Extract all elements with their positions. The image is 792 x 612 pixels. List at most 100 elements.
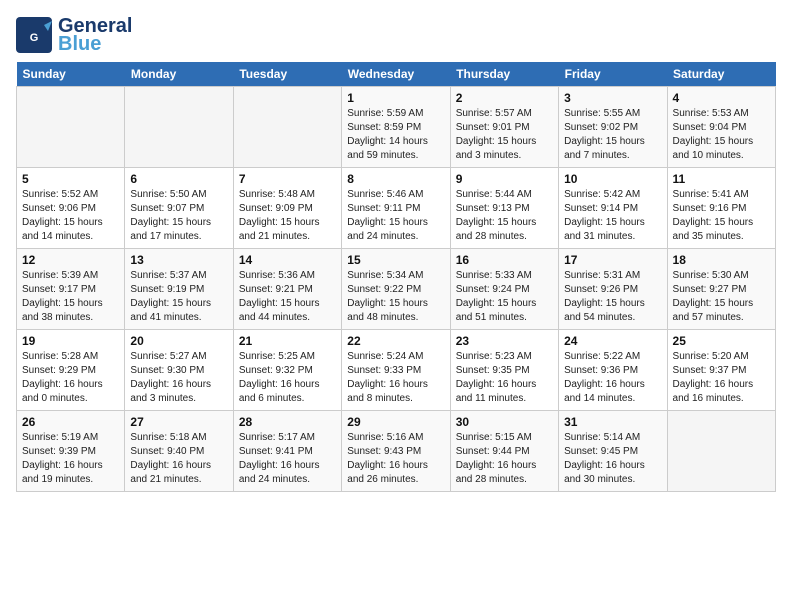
calendar-cell: 27 Sunrise: 5:18 AM Sunset: 9:40 PM Dayli… [125, 411, 233, 492]
calendar-cell: 20 Sunrise: 5:27 AM Sunset: 9:30 PM Dayli… [125, 330, 233, 411]
calendar-cell: 10Sunrise: 5:42 AM Sunset: 9:14 PM Dayli… [559, 168, 667, 249]
calendar-week-row: 5 Sunrise: 5:52 AM Sunset: 9:06 PM Daylig… [17, 168, 776, 249]
calendar-cell: 15 Sunrise: 5:34 AM Sunset: 9:22 PM Dayli… [342, 249, 450, 330]
calendar-cell: 31Sunrise: 5:14 AM Sunset: 9:45 PM Dayli… [559, 411, 667, 492]
day-info: Sunrise: 5:34 AM Sunset: 9:22 PM Dayligh… [347, 269, 444, 325]
day-info: Sunrise: 5:59 AM Sunset: 8:59 PM Dayligh… [347, 107, 444, 163]
day-number: 25 [673, 334, 770, 348]
calendar-cell: 2 Sunrise: 5:57 AM Sunset: 9:01 PM Daylig… [450, 87, 558, 168]
day-info: Sunrise: 5:19 AM Sunset: 9:39 PM Dayligh… [22, 431, 119, 487]
day-info: Sunrise: 5:24 AM Sunset: 9:33 PM Dayligh… [347, 350, 444, 406]
day-number: 21 [239, 334, 336, 348]
day-number: 7 [239, 172, 336, 186]
day-number: 3 [564, 91, 661, 105]
day-info: Sunrise: 5:48 AM Sunset: 9:09 PM Dayligh… [239, 188, 336, 244]
day-info: Sunrise: 5:25 AM Sunset: 9:32 PM Dayligh… [239, 350, 336, 406]
day-number: 5 [22, 172, 119, 186]
calendar-week-row: 19 Sunrise: 5:28 AM Sunset: 9:29 PM Dayli… [17, 330, 776, 411]
day-info: Sunrise: 5:44 AM Sunset: 9:13 PM Dayligh… [456, 188, 553, 244]
day-info: Sunrise: 5:20 AM Sunset: 9:37 PM Dayligh… [673, 350, 770, 406]
day-number: 17 [564, 253, 661, 267]
page-header: G General Blue [16, 16, 776, 54]
day-info: Sunrise: 5:55 AM Sunset: 9:02 PM Dayligh… [564, 107, 661, 163]
day-number: 29 [347, 415, 444, 429]
day-info: Sunrise: 5:23 AM Sunset: 9:35 PM Dayligh… [456, 350, 553, 406]
calendar-cell [233, 87, 341, 168]
day-info: Sunrise: 5:27 AM Sunset: 9:30 PM Dayligh… [130, 350, 227, 406]
calendar-cell: 17Sunrise: 5:31 AM Sunset: 9:26 PM Dayli… [559, 249, 667, 330]
day-info: Sunrise: 5:39 AM Sunset: 9:17 PM Dayligh… [22, 269, 119, 325]
day-info: Sunrise: 5:28 AM Sunset: 9:29 PM Dayligh… [22, 350, 119, 406]
day-info: Sunrise: 5:30 AM Sunset: 9:27 PM Dayligh… [673, 269, 770, 325]
calendar-cell: 5 Sunrise: 5:52 AM Sunset: 9:06 PM Daylig… [17, 168, 125, 249]
day-number: 15 [347, 253, 444, 267]
day-number: 14 [239, 253, 336, 267]
day-info: Sunrise: 5:57 AM Sunset: 9:01 PM Dayligh… [456, 107, 553, 163]
calendar-cell: 25 Sunrise: 5:20 AM Sunset: 9:37 PM Dayli… [667, 330, 775, 411]
day-number: 12 [22, 253, 119, 267]
col-header-sunday: Sunday [17, 62, 125, 87]
day-info: Sunrise: 5:41 AM Sunset: 9:16 PM Dayligh… [673, 188, 770, 244]
col-header-thursday: Thursday [450, 62, 558, 87]
calendar-table: SundayMondayTuesdayWednesdayThursdayFrid… [16, 62, 776, 492]
day-info: Sunrise: 5:37 AM Sunset: 9:19 PM Dayligh… [130, 269, 227, 325]
day-number: 22 [347, 334, 444, 348]
day-number: 30 [456, 415, 553, 429]
col-header-wednesday: Wednesday [342, 62, 450, 87]
calendar-cell: 26 Sunrise: 5:19 AM Sunset: 9:39 PM Dayli… [17, 411, 125, 492]
day-number: 16 [456, 253, 553, 267]
day-number: 6 [130, 172, 227, 186]
day-number: 13 [130, 253, 227, 267]
calendar-cell: 18Sunrise: 5:30 AM Sunset: 9:27 PM Dayli… [667, 249, 775, 330]
logo-text-line2: Blue [58, 34, 132, 54]
calendar-cell: 24 Sunrise: 5:22 AM Sunset: 9:36 PM Dayli… [559, 330, 667, 411]
day-info: Sunrise: 5:53 AM Sunset: 9:04 PM Dayligh… [673, 107, 770, 163]
day-info: Sunrise: 5:33 AM Sunset: 9:24 PM Dayligh… [456, 269, 553, 325]
day-info: Sunrise: 5:22 AM Sunset: 9:36 PM Dayligh… [564, 350, 661, 406]
day-number: 31 [564, 415, 661, 429]
col-header-friday: Friday [559, 62, 667, 87]
day-number: 20 [130, 334, 227, 348]
day-number: 8 [347, 172, 444, 186]
day-number: 24 [564, 334, 661, 348]
day-info: Sunrise: 5:52 AM Sunset: 9:06 PM Dayligh… [22, 188, 119, 244]
day-number: 23 [456, 334, 553, 348]
calendar-cell: 22 Sunrise: 5:24 AM Sunset: 9:33 PM Dayli… [342, 330, 450, 411]
calendar-cell: 9 Sunrise: 5:44 AM Sunset: 9:13 PM Daylig… [450, 168, 558, 249]
col-header-monday: Monday [125, 62, 233, 87]
day-info: Sunrise: 5:15 AM Sunset: 9:44 PM Dayligh… [456, 431, 553, 487]
calendar-cell: 6 Sunrise: 5:50 AM Sunset: 9:07 PM Daylig… [125, 168, 233, 249]
day-info: Sunrise: 5:17 AM Sunset: 9:41 PM Dayligh… [239, 431, 336, 487]
calendar-cell: 12 Sunrise: 5:39 AM Sunset: 9:17 PM Dayli… [17, 249, 125, 330]
calendar-cell: 21 Sunrise: 5:25 AM Sunset: 9:32 PM Dayli… [233, 330, 341, 411]
day-number: 19 [22, 334, 119, 348]
logo: G General Blue [16, 16, 132, 54]
calendar-cell [667, 411, 775, 492]
day-number: 1 [347, 91, 444, 105]
day-number: 2 [456, 91, 553, 105]
day-number: 26 [22, 415, 119, 429]
calendar-cell: 3 Sunrise: 5:55 AM Sunset: 9:02 PM Daylig… [559, 87, 667, 168]
day-info: Sunrise: 5:46 AM Sunset: 9:11 PM Dayligh… [347, 188, 444, 244]
calendar-cell: 29Sunrise: 5:16 AM Sunset: 9:43 PM Dayli… [342, 411, 450, 492]
logo-icon: G [16, 17, 52, 53]
day-number: 4 [673, 91, 770, 105]
calendar-cell: 16 Sunrise: 5:33 AM Sunset: 9:24 PM Dayli… [450, 249, 558, 330]
day-info: Sunrise: 5:50 AM Sunset: 9:07 PM Dayligh… [130, 188, 227, 244]
day-number: 11 [673, 172, 770, 186]
calendar-cell: 1 Sunrise: 5:59 AM Sunset: 8:59 PM Daylig… [342, 87, 450, 168]
day-number: 9 [456, 172, 553, 186]
calendar-week-row: 12 Sunrise: 5:39 AM Sunset: 9:17 PM Dayli… [17, 249, 776, 330]
col-header-tuesday: Tuesday [233, 62, 341, 87]
calendar-week-row: 1 Sunrise: 5:59 AM Sunset: 8:59 PM Daylig… [17, 87, 776, 168]
calendar-cell: 19 Sunrise: 5:28 AM Sunset: 9:29 PM Dayli… [17, 330, 125, 411]
calendar-cell: 8 Sunrise: 5:46 AM Sunset: 9:11 PM Daylig… [342, 168, 450, 249]
day-info: Sunrise: 5:18 AM Sunset: 9:40 PM Dayligh… [130, 431, 227, 487]
day-number: 27 [130, 415, 227, 429]
day-number: 28 [239, 415, 336, 429]
svg-text:G: G [30, 32, 39, 44]
calendar-cell: 7 Sunrise: 5:48 AM Sunset: 9:09 PM Daylig… [233, 168, 341, 249]
calendar-week-row: 26 Sunrise: 5:19 AM Sunset: 9:39 PM Dayli… [17, 411, 776, 492]
calendar-cell: 23 Sunrise: 5:23 AM Sunset: 9:35 PM Dayli… [450, 330, 558, 411]
calendar-cell: 14Sunrise: 5:36 AM Sunset: 9:21 PM Dayli… [233, 249, 341, 330]
